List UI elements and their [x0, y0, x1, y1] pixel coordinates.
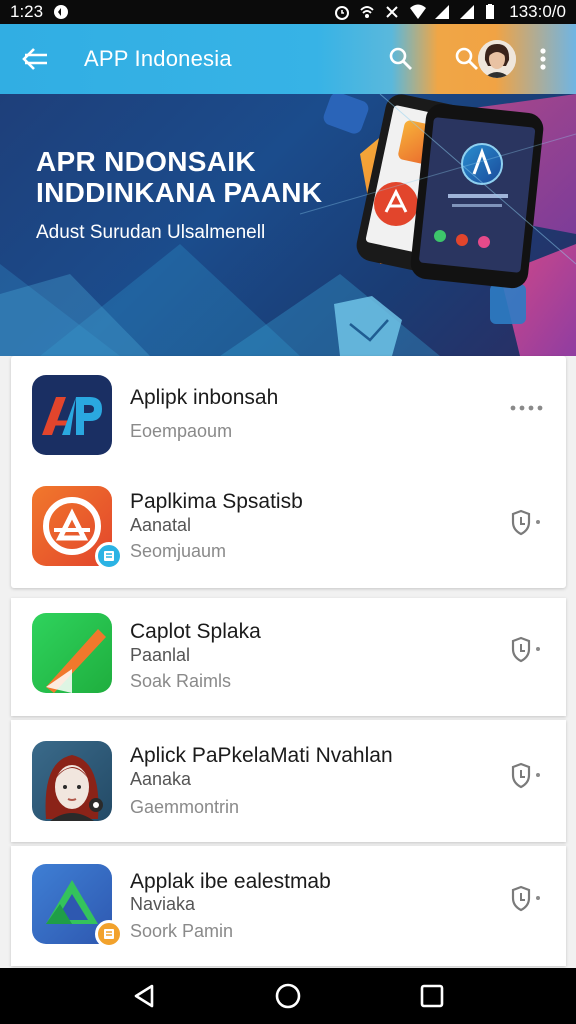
avatar[interactable]	[478, 40, 516, 78]
wifi-icon	[409, 4, 427, 20]
more-vertical-icon[interactable]	[534, 46, 552, 72]
shield-icon[interactable]	[509, 508, 545, 538]
more-horizontal-icon[interactable]	[509, 394, 545, 424]
app-name: Applak ibe ealestmab	[130, 870, 331, 893]
alarm-icon	[334, 4, 350, 20]
list-item[interactable]: Caplot Splaka Paanlal Soak Raimls	[11, 598, 566, 714]
search-icon-secondary[interactable]	[454, 46, 480, 72]
shield-icon[interactable]	[509, 635, 545, 665]
status-clock: 133:0/0	[509, 2, 566, 21]
app-meta: Soork Pamin	[130, 921, 234, 941]
app-icon	[32, 375, 112, 455]
status-bar: 1:23 133:0/0	[0, 0, 576, 24]
badge-icon	[95, 542, 123, 570]
app-title: APP Indonesia	[84, 46, 232, 71]
banner-headline-line2: INDDINKANA PAANK	[36, 177, 323, 208]
banner-subline: Adust Surudan Ulsalmenell	[36, 222, 266, 243]
app-icon	[32, 741, 112, 821]
app-subtitle: Eoempaoum	[130, 421, 233, 441]
app-list-card: Caplot Splaka Paanlal Soak Raimls	[11, 598, 566, 716]
badge-icon	[95, 920, 123, 948]
hotspot-icon	[359, 4, 375, 20]
status-time: 1:23	[10, 2, 44, 21]
app-subtitle: Aanatal	[130, 515, 192, 535]
app-meta: Soak Raimls	[130, 671, 232, 691]
app-name: Paplkima Spsatisb	[130, 490, 303, 513]
shield-icon[interactable]	[509, 884, 545, 914]
back-icon[interactable]	[130, 982, 158, 1010]
notification-icon	[53, 4, 69, 20]
app-subtitle: Aanaka	[130, 769, 192, 789]
list-item[interactable]: Applak ibe ealestmab Naviaka Soork Pamin	[11, 846, 566, 962]
app-meta: Gaemmontrin	[130, 797, 240, 817]
signal-icon-2	[459, 4, 475, 20]
list-item[interactable]: Paplkima Spsatisb Aanatal Seomjuaum	[11, 468, 566, 584]
app-icon	[32, 613, 112, 693]
recents-icon[interactable]	[418, 982, 446, 1010]
signal-icon	[434, 4, 450, 20]
navigation-bar	[0, 968, 576, 1024]
app-name: Caplot Splaka	[130, 620, 261, 643]
app-list-card: Aplipk inbonsah Eoempaoum Paplkima Spsat…	[11, 356, 566, 588]
app-name: Aplipk inbonsah	[130, 386, 279, 409]
battery-icon	[484, 4, 500, 20]
app-subtitle: Naviaka	[130, 894, 196, 914]
app-subtitle: Paanlal	[130, 645, 191, 665]
app-name: Aplick PaPkelaMati Nvahlan	[130, 744, 393, 767]
list-item[interactable]: Aplick PaPkelaMati Nvahlan Aanaka Gaemmo…	[11, 720, 566, 836]
nfc-icon	[384, 4, 400, 20]
banner-headline: APR NDONSAIK INDDINKANA PAANK	[36, 146, 322, 208]
app-bar: APP Indonesia	[0, 24, 576, 94]
app-list-card: Aplick PaPkelaMati Nvahlan Aanaka Gaemmo…	[11, 720, 566, 842]
shield-icon[interactable]	[509, 761, 545, 791]
home-icon[interactable]	[274, 982, 302, 1010]
app-meta: Seomjuaum	[130, 541, 227, 561]
banner-headline-line1: APR NDONSAIK	[36, 146, 256, 177]
list-item[interactable]: Aplipk inbonsah Eoempaoum	[11, 356, 566, 472]
app-list-card: Applak ibe ealestmab Naviaka Soork Pamin	[11, 846, 566, 966]
back-arrow-icon[interactable]	[20, 46, 50, 72]
promo-banner[interactable]: APR NDONSAIK INDDINKANA PAANK Adust Suru…	[0, 94, 576, 356]
search-icon[interactable]	[388, 46, 414, 72]
